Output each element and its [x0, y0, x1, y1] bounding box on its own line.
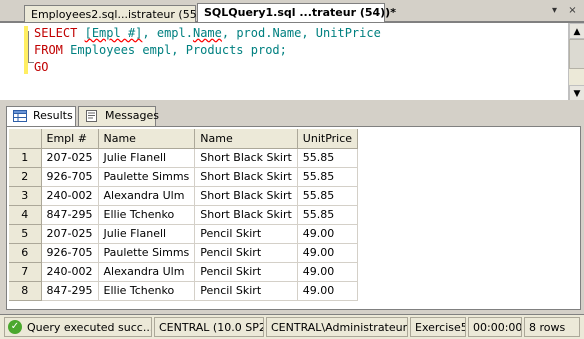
scroll-thumb[interactable]	[569, 39, 584, 69]
checkmark-icon: ✓	[8, 320, 22, 334]
row-header-corner[interactable]	[9, 129, 42, 149]
cell-unit-price[interactable]: 55.85	[297, 167, 359, 187]
keyword-from: FROM	[34, 43, 63, 57]
cell-unit-price[interactable]: 49.00	[297, 281, 359, 301]
cell-employee-name[interactable]: Paulette Simms	[98, 243, 196, 263]
cell-product-name[interactable]: Short Black Skirt	[194, 148, 298, 168]
cell-unit-price[interactable]: 49.00	[297, 243, 359, 263]
cell-empl-number[interactable]: 240-002	[41, 262, 99, 282]
table-row[interactable]: 1 207-025 Julie Flanell Short Black Skirt 55…	[9, 148, 359, 168]
cell-employee-name[interactable]: Julie Flanell	[98, 148, 196, 168]
column-header-product-name[interactable]: Name	[194, 129, 298, 149]
code-text: , prod.Name, UnitPrice	[221, 26, 381, 40]
column-header-unitprice[interactable]: UnitPrice	[297, 129, 359, 149]
code-text: , empl.	[142, 26, 193, 40]
cell-employee-name[interactable]: Ellie Tchenko	[98, 281, 196, 301]
cell-product-name[interactable]: Short Black Skirt	[194, 205, 298, 225]
cell-empl-number[interactable]: 847-295	[41, 281, 99, 301]
scroll-down-icon[interactable]: ▼	[569, 85, 584, 101]
tab-messages-label: Messages	[105, 109, 159, 122]
cell-unit-price[interactable]: 55.85	[297, 186, 359, 206]
table-row[interactable]: 2 926-705 Paulette Simms Short Black Skirt 5…	[9, 167, 359, 187]
column-empl-number: [Empl #]	[84, 26, 143, 40]
tab-employees2-sql[interactable]: Employees2.sql...istrateur (55))	[24, 5, 205, 22]
keyword-select: SELECT	[34, 26, 78, 40]
row-number[interactable]: 7	[9, 262, 42, 282]
sql-query-window: Employees2.sql...istrateur (55)) SQLQuer…	[0, 0, 584, 339]
row-number[interactable]: 8	[9, 281, 42, 301]
column-header-name[interactable]: Name	[98, 129, 196, 149]
cell-product-name[interactable]: Pencil Skirt	[194, 281, 298, 301]
cell-unit-price[interactable]: 49.00	[297, 262, 359, 282]
cell-product-name[interactable]: Pencil Skirt	[194, 262, 298, 282]
results-tab-strip: Results Messages	[0, 104, 584, 127]
cell-unit-price[interactable]: 49.00	[297, 224, 359, 244]
messages-icon	[86, 110, 97, 122]
table-row[interactable]: 8 847-295 Ellie Tchenko Pencil Skirt 49.00	[9, 281, 359, 301]
results-grid[interactable]: Empl # Name Name UnitPrice 1 207-025 Julie…	[6, 126, 581, 310]
cell-employee-name[interactable]: Julie Flanell	[98, 224, 196, 244]
cell-employee-name[interactable]: Paulette Simms	[98, 167, 196, 187]
cell-product-name[interactable]: Short Black Skirt	[194, 186, 298, 206]
row-number[interactable]: 4	[9, 205, 42, 225]
column-name: Name	[192, 26, 222, 40]
cell-product-name[interactable]: Pencil Skirt	[194, 243, 298, 263]
grid-header-row: Empl # Name Name UnitPrice	[9, 129, 359, 149]
cell-empl-number[interactable]: 847-295	[41, 205, 99, 225]
table-row[interactable]: 5 207-025 Julie Flanell Pencil Skirt 49.00	[9, 224, 359, 244]
status-database: Exercise5	[410, 317, 466, 337]
row-number[interactable]: 6	[9, 243, 42, 263]
row-number[interactable]: 5	[9, 224, 42, 244]
cell-employee-name[interactable]: Ellie Tchenko	[98, 205, 196, 225]
table-row[interactable]: 6 926-705 Paulette Simms Pencil Skirt 49.00	[9, 243, 359, 263]
cell-employee-name[interactable]: Alexandra Ulm	[98, 186, 196, 206]
tab-list-icon[interactable]: ▾	[548, 5, 561, 18]
query-editor[interactable]: SELECT [Empl #], empl.Name, prod.Name, U…	[0, 22, 584, 101]
cell-empl-number[interactable]: 240-002	[41, 186, 99, 206]
status-bar: ✓ Query executed succ... CENTRAL (10.0 S…	[0, 314, 584, 339]
scroll-up-icon[interactable]: ▲	[569, 23, 584, 39]
tab-messages[interactable]: Messages	[78, 106, 159, 126]
cell-empl-number[interactable]: 926-705	[41, 167, 99, 187]
status-row-count: 8 rows	[524, 317, 580, 337]
cell-employee-name[interactable]: Alexandra Ulm	[98, 262, 196, 282]
cell-empl-number[interactable]: 207-025	[41, 148, 99, 168]
status-elapsed-time: 00:00:00	[468, 317, 522, 337]
document-tab-strip: Employees2.sql...istrateur (55)) SQLQuer…	[0, 0, 584, 22]
cell-empl-number[interactable]: 207-025	[41, 224, 99, 244]
tab-results[interactable]: Results	[6, 106, 76, 127]
tab-results-label: Results	[33, 109, 73, 122]
cell-unit-price[interactable]: 55.85	[297, 148, 359, 168]
row-number[interactable]: 1	[9, 148, 42, 168]
row-number[interactable]: 2	[9, 167, 42, 187]
results-table: Empl # Name Name UnitPrice 1 207-025 Julie…	[9, 129, 359, 301]
status-server: CENTRAL (10.0 SP2)	[154, 317, 264, 337]
close-icon[interactable]: ×	[566, 5, 579, 18]
cell-empl-number[interactable]: 926-705	[41, 243, 99, 263]
code-text: Employees empl, Products prod;	[62, 43, 287, 57]
column-header-empl[interactable]: Empl #	[41, 129, 99, 149]
status-user: CENTRAL\Administrateur ...	[266, 317, 408, 337]
status-message: ✓ Query executed succ...	[4, 317, 152, 337]
cell-product-name[interactable]: Short Black Skirt	[194, 167, 298, 187]
tab-sqlquery1-sql[interactable]: SQLQuery1.sql ...trateur (54))*	[197, 3, 396, 22]
table-row[interactable]: 4 847-295 Ellie Tchenko Short Black Skirt 55…	[9, 205, 359, 225]
editor-margin	[0, 23, 26, 101]
status-message-text: Query executed succ...	[27, 321, 152, 334]
row-number[interactable]: 3	[9, 186, 42, 206]
cell-product-name[interactable]: Pencil Skirt	[194, 224, 298, 244]
grid-icon	[13, 110, 27, 122]
editor-vertical-scrollbar[interactable]: ▲ ▼	[568, 23, 584, 101]
keyword-go: GO	[34, 60, 49, 74]
table-row[interactable]: 3 240-002 Alexandra Ulm Short Black Skirt 55…	[9, 186, 359, 206]
table-row[interactable]: 7 240-002 Alexandra Ulm Pencil Skirt 49.00	[9, 262, 359, 282]
query-code[interactable]: SELECT [Empl #], empl.Name, prod.Name, U…	[34, 25, 381, 76]
cell-unit-price[interactable]: 55.85	[297, 205, 359, 225]
